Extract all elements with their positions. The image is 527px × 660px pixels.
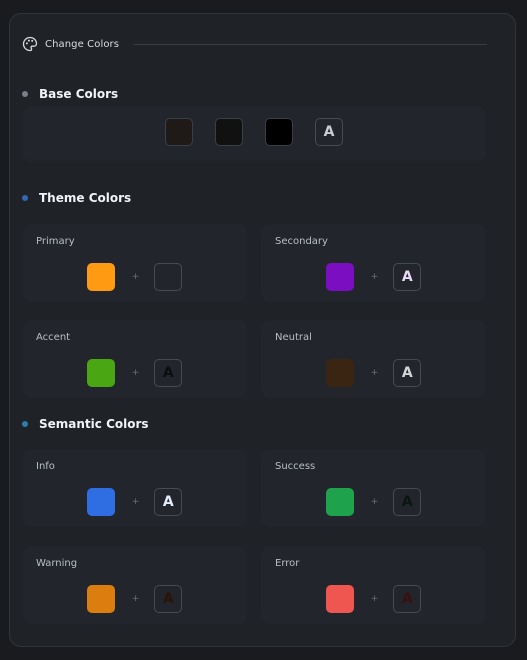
plus-icon: +: [370, 272, 379, 282]
color-pair-row: + A: [261, 263, 486, 291]
accent-color-swatch[interactable]: [86, 359, 115, 387]
color-pair-row: + A: [261, 488, 486, 516]
color-swatch-base-300[interactable]: [265, 118, 293, 146]
section-title-semantic: Semantic Colors: [22, 416, 149, 432]
primary-content-chip[interactable]: A: [154, 263, 183, 291]
color-pair-row: + A: [261, 359, 486, 387]
plus-icon: +: [370, 497, 379, 507]
error-color-swatch[interactable]: [325, 585, 354, 613]
theme-card-primary: Primary + A: [22, 224, 247, 302]
primary-color-swatch[interactable]: [86, 263, 115, 291]
theme-card-neutral: Neutral + A: [261, 320, 486, 398]
color-label: Primary: [36, 236, 75, 247]
color-pair-row: + A: [22, 488, 247, 516]
base-content-chip[interactable]: A: [315, 118, 343, 146]
section-bullet: [22, 421, 28, 427]
color-label: Success: [275, 461, 316, 472]
base-swatch-row: A: [22, 118, 486, 146]
section-title-theme: Theme Colors: [22, 190, 131, 206]
color-swatch-base-200[interactable]: [215, 118, 243, 146]
header-divider: [134, 43, 487, 45]
section-label: Semantic Colors: [39, 417, 149, 431]
color-pair-row: + A: [261, 585, 486, 613]
success-color-swatch[interactable]: [325, 488, 354, 516]
panel-title: Change Colors: [45, 38, 120, 50]
color-pair-row: + A: [22, 359, 247, 387]
section-title-base: Base Colors: [22, 86, 118, 102]
semantic-card-error: Error + A: [261, 546, 486, 624]
warning-content-chip[interactable]: A: [154, 585, 183, 613]
color-label: Error: [275, 558, 300, 569]
secondary-color-swatch[interactable]: [325, 263, 354, 291]
palette-icon: [22, 36, 38, 52]
color-label: Accent: [36, 332, 71, 343]
info-color-swatch[interactable]: [86, 488, 115, 516]
plus-icon: +: [370, 368, 379, 378]
theme-card-accent: Accent + A: [22, 320, 247, 398]
color-swatch-base-100[interactable]: [165, 118, 193, 146]
warning-color-swatch[interactable]: [86, 585, 115, 613]
success-content-chip[interactable]: A: [393, 488, 422, 516]
accent-content-chip[interactable]: A: [154, 359, 183, 387]
info-content-chip[interactable]: A: [154, 488, 183, 516]
plus-icon: +: [131, 594, 140, 604]
section-label: Base Colors: [39, 87, 119, 101]
section-bullet: [22, 195, 28, 201]
color-label: Warning: [36, 558, 78, 569]
color-label: Neutral: [275, 332, 312, 343]
section-label: Theme Colors: [39, 191, 132, 205]
plus-icon: +: [131, 497, 140, 507]
section-bullet: [22, 91, 28, 97]
neutral-content-chip[interactable]: A: [393, 359, 422, 387]
plus-icon: +: [131, 272, 140, 282]
semantic-card-warning: Warning + A: [22, 546, 247, 624]
color-label: Secondary: [275, 236, 328, 247]
neutral-color-swatch[interactable]: [325, 359, 354, 387]
theme-card-secondary: Secondary + A: [261, 224, 486, 302]
color-pair-row: + A: [22, 585, 247, 613]
semantic-card-success: Success + A: [261, 449, 486, 527]
color-pair-row: + A: [22, 263, 247, 291]
plus-icon: +: [370, 594, 379, 604]
base-colors-box: A: [22, 106, 486, 162]
panel-header: Change Colors: [22, 36, 487, 52]
color-label: Info: [36, 461, 55, 472]
secondary-content-chip[interactable]: A: [393, 263, 422, 291]
semantic-card-info: Info + A: [22, 449, 247, 527]
error-content-chip[interactable]: A: [393, 585, 422, 613]
plus-icon: +: [131, 368, 140, 378]
